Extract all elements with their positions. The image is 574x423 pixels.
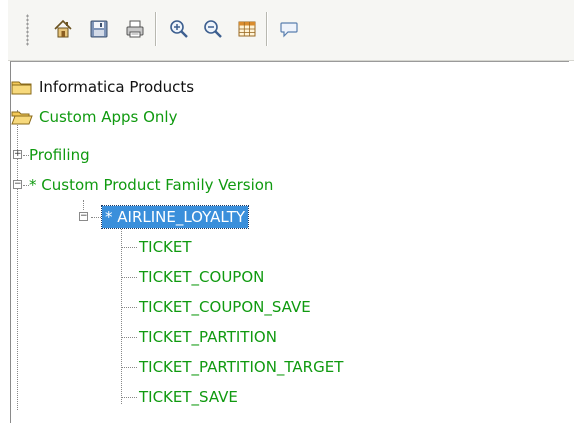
table-icon bbox=[238, 21, 256, 37]
tree-item-label: * Custom Product Family Version bbox=[29, 176, 274, 194]
folder-closed-icon bbox=[11, 81, 32, 95]
toolbar bbox=[8, 0, 574, 61]
tree-item-airline-loyalty[interactable]: * AIRLINE_LOYALTY bbox=[100, 205, 250, 229]
folder-open-icon bbox=[11, 111, 33, 125]
tree-guide-line bbox=[121, 224, 122, 404]
tree-item-label: TICKET_COUPON bbox=[139, 268, 265, 286]
window-frame: Informatica Products Custom Apps Only + … bbox=[8, 0, 574, 423]
tree-guide-line bbox=[121, 397, 137, 398]
home-icon bbox=[54, 19, 72, 38]
save-button[interactable] bbox=[84, 14, 114, 44]
toolbar-separator bbox=[155, 12, 156, 46]
tree-guide-line bbox=[121, 307, 137, 308]
tree-guide-line bbox=[91, 217, 101, 218]
table-button[interactable] bbox=[232, 14, 262, 44]
zoom-out-icon bbox=[204, 20, 222, 38]
toolbar-grip[interactable] bbox=[26, 14, 29, 46]
collapse-icon[interactable]: − bbox=[13, 180, 22, 189]
expand-icon[interactable]: + bbox=[13, 150, 22, 159]
project-tree[interactable]: Informatica Products Custom Apps Only + … bbox=[10, 61, 569, 423]
tree-item-ticket-save[interactable]: TICKET_SAVE bbox=[139, 385, 238, 409]
tree-item-custom-apps-only[interactable]: Custom Apps Only bbox=[11, 105, 177, 129]
tree-item-label: Profiling bbox=[29, 146, 90, 164]
tree-item-ticket-coupon-save[interactable]: TICKET_COUPON_SAVE bbox=[139, 295, 311, 319]
tree-guide-line bbox=[121, 277, 137, 278]
tree-item-informatica-products[interactable]: Informatica Products bbox=[11, 75, 194, 99]
tree-item-label: TICKET_SAVE bbox=[139, 388, 238, 406]
tree-item-ticket[interactable]: TICKET bbox=[139, 235, 192, 259]
print-button[interactable] bbox=[120, 14, 150, 44]
printer-icon bbox=[126, 20, 144, 38]
tree-item-label: Custom Apps Only bbox=[39, 108, 178, 126]
tree-item-label: TICKET_COUPON_SAVE bbox=[139, 298, 311, 316]
tree-item-ticket-partition[interactable]: TICKET_PARTITION bbox=[139, 325, 277, 349]
tree-guide-line bbox=[121, 247, 137, 248]
tree-item-ticket-partition-target[interactable]: TICKET_PARTITION_TARGET bbox=[139, 355, 343, 379]
zoom-in-icon bbox=[170, 20, 188, 38]
tree-item-profiling[interactable]: Profiling bbox=[29, 143, 90, 167]
speech-bubble-icon bbox=[280, 22, 298, 38]
tree-item-label: TICKET_PARTITION_TARGET bbox=[139, 358, 344, 376]
tree-guide-line bbox=[121, 367, 137, 368]
zoom-in-button[interactable] bbox=[164, 14, 194, 44]
tree-item-label: Informatica Products bbox=[39, 78, 195, 96]
comment-button[interactable] bbox=[274, 14, 304, 44]
tree-item-custom-product-family-version[interactable]: * Custom Product Family Version bbox=[29, 173, 273, 197]
tree-item-label: TICKET bbox=[139, 238, 192, 256]
tree-guide-line bbox=[121, 337, 137, 338]
tree-guide-line bbox=[83, 200, 84, 210]
tree-item-label-selected: * AIRLINE_LOYALTY bbox=[100, 205, 250, 229]
floppy-disk-icon bbox=[90, 20, 108, 38]
tree-item-ticket-coupon[interactable]: TICKET_COUPON bbox=[139, 265, 264, 289]
home-button[interactable] bbox=[48, 14, 78, 44]
zoom-out-button[interactable] bbox=[198, 14, 228, 44]
toolbar-separator bbox=[266, 12, 267, 46]
tree-item-label: TICKET_PARTITION bbox=[139, 328, 277, 346]
collapse-icon[interactable]: − bbox=[79, 212, 88, 221]
